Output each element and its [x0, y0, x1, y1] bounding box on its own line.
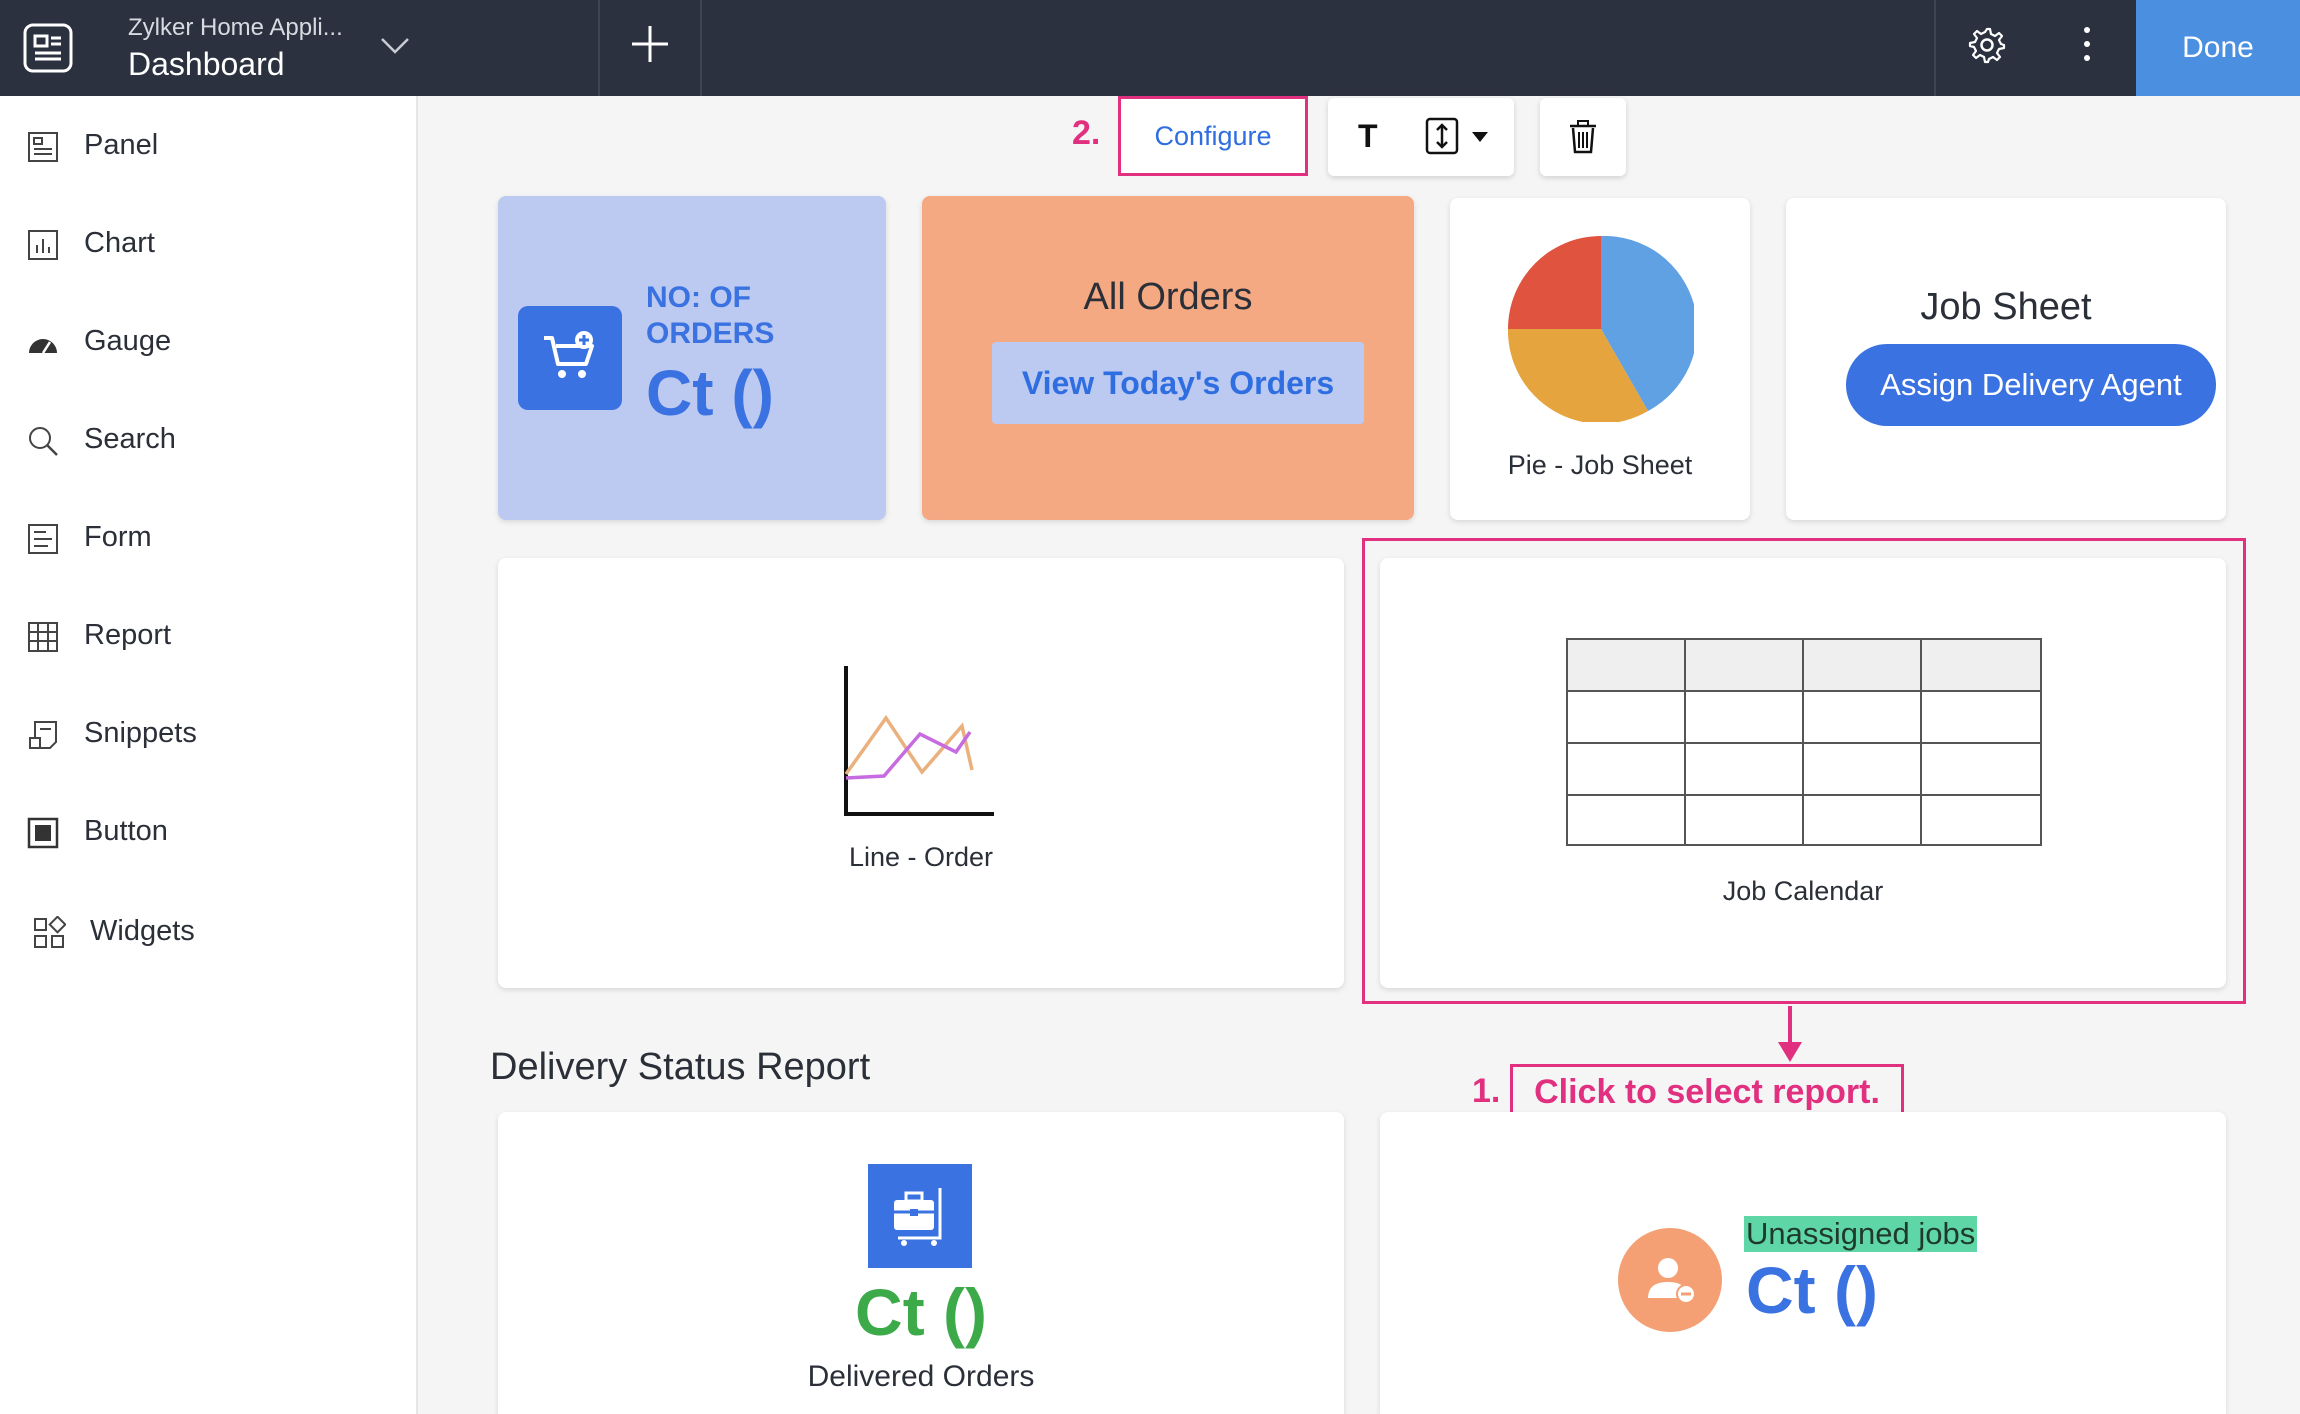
divider — [1934, 0, 1936, 96]
delete-button[interactable] — [1540, 98, 1626, 176]
sidebar-item-label: Snippets — [84, 716, 197, 749]
sidebar-item-label: Widgets — [90, 914, 195, 947]
delivered-orders-label: Delivered Orders — [807, 1360, 1035, 1393]
panel-icon — [28, 132, 58, 162]
sidebar-item-gauge[interactable]: Gauge — [0, 306, 418, 376]
unassigned-jobs-label: Unassigned jobs — [1744, 1216, 1978, 1252]
sidebar: Panel Chart Gauge Search Form Report Sni… — [0, 96, 418, 1414]
trash-icon — [1570, 120, 1596, 154]
table-icon — [1566, 638, 2042, 846]
line-chart-icon — [844, 666, 994, 816]
sidebar-item-panel[interactable]: Panel — [0, 110, 418, 180]
text-tool-button[interactable]: T — [1358, 118, 1378, 155]
sidebar-item-label: Search — [84, 422, 176, 455]
sidebar-item-label: Button — [84, 814, 168, 847]
gauge-icon — [29, 339, 57, 354]
line-chart-label: Line - Order — [848, 842, 994, 872]
done-button[interactable]: Done — [2136, 0, 2300, 96]
orders-count-label: NO: OF ORDERS — [646, 281, 775, 350]
job-sheet-card[interactable]: Job Sheet Assign Delivery Agent — [1786, 198, 2226, 520]
gear-icon[interactable] — [1968, 26, 2006, 64]
widgets-icon — [34, 916, 66, 948]
unassigned-jobs-value: Ct () — [1746, 1253, 1878, 1327]
job-calendar-label: Job Calendar — [1722, 876, 1884, 906]
search-icon — [29, 427, 58, 456]
all-orders-title: All Orders — [1083, 276, 1253, 318]
step-number: 1. — [1472, 1072, 1501, 1110]
report-icon — [28, 622, 58, 652]
sidebar-item-label: Report — [84, 618, 172, 651]
job-calendar-card[interactable]: Job Calendar — [1380, 558, 2226, 988]
sidebar-item-report[interactable]: Report — [0, 600, 418, 670]
page-title: Dashboard — [128, 46, 285, 82]
assign-delivery-agent-button[interactable]: Assign Delivery Agent — [1846, 344, 2216, 426]
configure-button[interactable]: Configure — [1118, 96, 1308, 176]
line-chart-card[interactable]: Line - Order — [498, 558, 1344, 988]
add-icon[interactable] — [628, 22, 672, 66]
sidebar-item-label: Chart — [84, 226, 155, 259]
step-number: 2. — [1072, 114, 1101, 152]
orders-count-value: Ct () — [646, 357, 774, 429]
divider — [700, 0, 702, 96]
app-name: Zylker Home Appli... — [128, 14, 343, 41]
sidebar-item-label: Form — [84, 520, 152, 553]
chart-icon — [28, 230, 58, 260]
section-title: Delivery Status Report — [490, 1046, 871, 1088]
orders-count-card[interactable]: NO: OF ORDERS Ct () — [498, 196, 886, 520]
pie-chart-card[interactable]: Pie - Job Sheet — [1450, 198, 1750, 520]
caret-down-icon[interactable] — [1472, 132, 1488, 142]
sidebar-item-search[interactable]: Search — [0, 404, 418, 474]
sidebar-item-label: Panel — [84, 128, 159, 161]
pie-chart-label: Pie - Job Sheet — [1507, 450, 1693, 480]
all-orders-card[interactable]: All Orders View Today's Orders — [922, 196, 1414, 520]
delivered-orders-value: Ct () — [855, 1275, 987, 1349]
button-icon — [27, 817, 59, 849]
more-options-icon[interactable] — [2075, 22, 2099, 66]
sidebar-item-label: Gauge — [84, 324, 172, 357]
form-icon — [28, 524, 58, 554]
sidebar-item-form[interactable]: Form — [0, 502, 418, 572]
dashboard-app-icon[interactable] — [22, 22, 74, 74]
snippets-icon — [29, 721, 57, 749]
cart-icon — [518, 306, 622, 410]
chevron-down-icon[interactable] — [378, 28, 412, 62]
unassigned-jobs-card[interactable]: Unassigned jobs Ct () — [1380, 1112, 2226, 1414]
divider — [598, 0, 600, 96]
sidebar-item-chart[interactable]: Chart — [0, 208, 418, 278]
arrow-down-icon — [1778, 1006, 1802, 1062]
job-sheet-title: Job Sheet — [1920, 286, 2092, 328]
pie-chart-icon — [1508, 236, 1694, 422]
resize-height-icon[interactable] — [1424, 116, 1460, 156]
sidebar-item-snippets[interactable]: Snippets — [0, 698, 418, 768]
user-remove-icon — [1618, 1228, 1722, 1332]
view-todays-orders-button[interactable]: View Today's Orders — [992, 342, 1364, 424]
sidebar-item-button[interactable]: Button — [0, 796, 418, 866]
briefcase-cart-icon — [868, 1164, 972, 1268]
format-toolbar: T — [1328, 98, 1514, 176]
top-bar: Zylker Home Appli... Dashboard Done — [0, 0, 2300, 96]
delivered-orders-card[interactable]: Ct () Delivered Orders — [498, 1112, 1344, 1414]
sidebar-item-widgets[interactable]: Widgets — [0, 896, 418, 966]
